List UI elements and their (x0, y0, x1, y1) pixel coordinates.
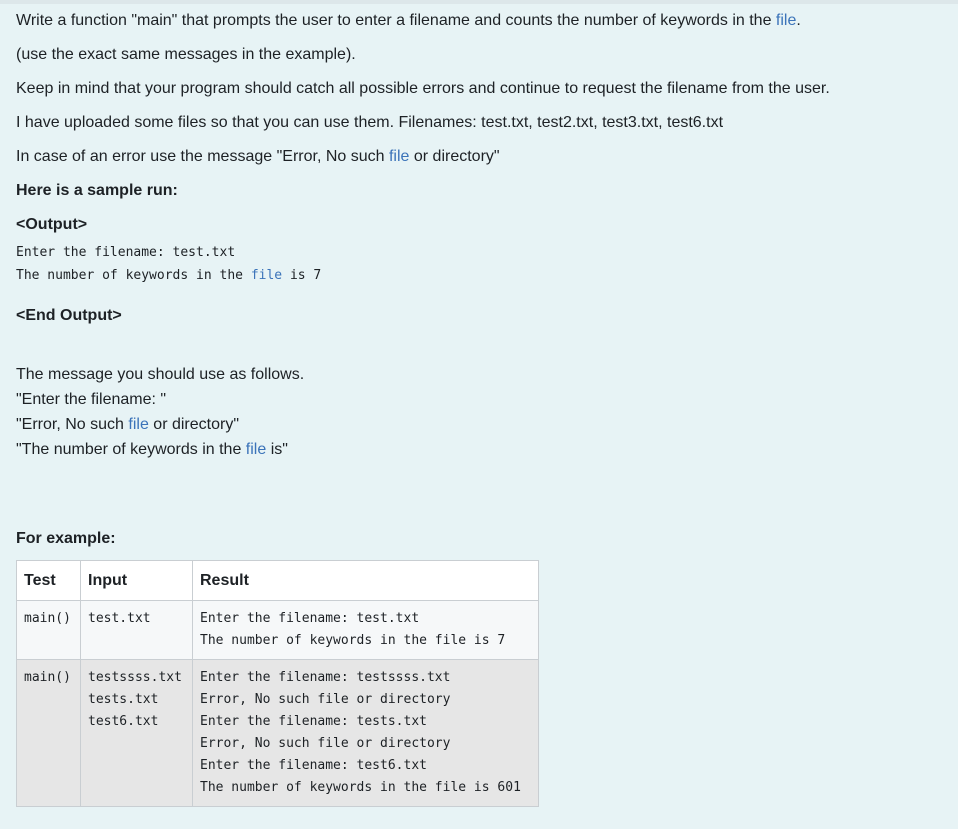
message-3-end: is" (266, 441, 288, 458)
test-cell: main() (16, 659, 81, 807)
sample-output-block: Enter the filename: test.txt The number … (16, 241, 946, 287)
column-header-input: Input (80, 560, 193, 601)
message-2-end: or directory" (148, 416, 239, 433)
intro-line-1: Write a function "main" that prompts the… (16, 9, 946, 33)
intro-line-1-end: . (796, 12, 801, 29)
messages-intro: The message you should use as follows. (16, 366, 305, 383)
message-3-text: "The number of keywords in the (16, 441, 246, 458)
keyword-link[interactable]: file (389, 148, 409, 165)
intro-line-3: Keep in mind that your program should ca… (16, 80, 830, 97)
message-3: "The number of keywords in the file is" (16, 437, 946, 462)
examples-table: Test Input Result main() test.txt Enter … (16, 560, 539, 807)
top-divider (0, 0, 958, 4)
sample-output-line-2: The number of keywords in the file is 7 (16, 264, 946, 287)
sample-output-line-1: Enter the filename: test.txt (16, 245, 236, 260)
result-cell: Enter the filename: test.txt The number … (192, 600, 539, 660)
for-example-heading: For example: (16, 530, 116, 547)
sample-run-heading: Here is a sample run: (16, 182, 178, 199)
message-2-text: "Error, No such (16, 416, 129, 433)
question-text: Write a function "main" that prompts the… (16, 9, 946, 462)
intro-line-4: I have uploaded some files so that you c… (16, 114, 724, 131)
messages-block: The message you should use as follows. "… (16, 362, 946, 462)
message-1: "Enter the filename: " (16, 391, 167, 408)
table-row: main() test.txt Enter the filename: test… (16, 600, 539, 660)
intro-line-5-end: or directory" (409, 148, 500, 165)
keyword-link[interactable]: file (128, 416, 148, 433)
intro-line-5: In case of an error use the message "Err… (16, 145, 946, 169)
input-cell: test.txt (80, 600, 193, 660)
test-cell: main() (16, 600, 81, 660)
intro-line-2: (use the exact same messages in the exam… (16, 46, 356, 63)
output-close-tag: <End Output> (16, 307, 122, 324)
column-header-result: Result (192, 560, 539, 601)
output-open-tag: <Output> (16, 216, 88, 233)
table-header-row: Test Input Result (16, 560, 539, 601)
intro-line-5-text: In case of an error use the message "Err… (16, 148, 389, 165)
message-2: "Error, No such file or directory" (16, 412, 946, 437)
column-header-test: Test (16, 560, 81, 601)
sample-output-line-2-end: is 7 (282, 268, 322, 283)
intro-line-1-text: Write a function "main" that prompts the… (16, 12, 776, 29)
result-cell: Enter the filename: testssss.txt Error, … (192, 659, 539, 807)
keyword-link[interactable]: file (246, 441, 266, 458)
keyword-link[interactable]: file (776, 12, 796, 29)
input-cell: testssss.txt tests.txt test6.txt (80, 659, 193, 807)
keyword-link[interactable]: file (251, 268, 282, 283)
sample-output-line-2-text: The number of keywords in the (16, 268, 251, 283)
table-row: main() testssss.txt tests.txt test6.txt … (16, 659, 539, 807)
